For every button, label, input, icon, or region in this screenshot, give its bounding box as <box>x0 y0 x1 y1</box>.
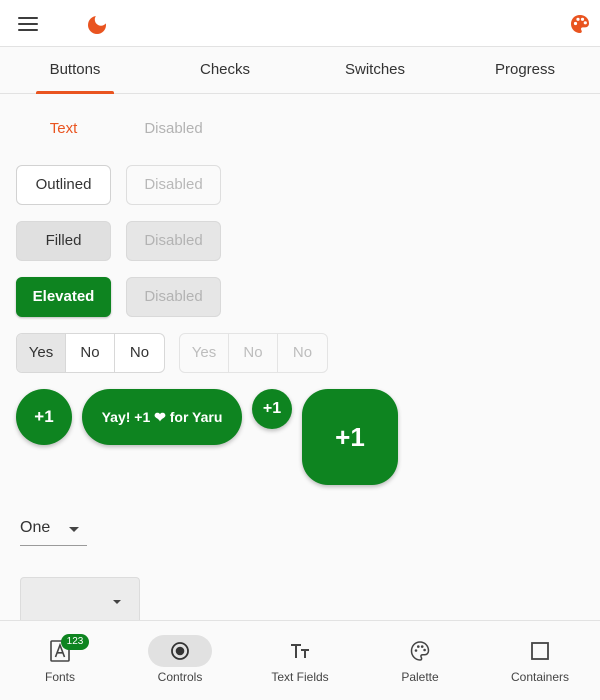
dropdown-select[interactable]: One <box>20 512 87 546</box>
tab-bar: Buttons Checks Switches Progress <box>0 47 600 94</box>
toggle-yes-disabled: Yes <box>180 334 229 372</box>
toggle-no[interactable]: No <box>66 334 115 372</box>
text-button-disabled: Disabled <box>144 120 203 137</box>
filled-button-disabled: Disabled <box>126 221 221 261</box>
tab-buttons[interactable]: Buttons <box>0 47 150 94</box>
elevated-button[interactable]: Elevated <box>16 277 111 317</box>
radio-button-icon <box>171 642 189 660</box>
nav-label-text-fields: Text Fields <box>271 670 329 684</box>
nav-label-controls: Controls <box>157 670 203 684</box>
nav-item-palette[interactable]: Palette <box>360 621 480 700</box>
yaru-moon-logo-icon <box>88 13 108 34</box>
nav-label-fonts: Fonts <box>44 670 75 684</box>
extended-fab-button[interactable]: Yay! +1 ❤ for Yaru <box>82 389 242 445</box>
tab-switches[interactable]: Switches <box>300 47 450 93</box>
fab-button[interactable]: +1 <box>16 389 72 445</box>
toggle-yes[interactable]: Yes <box>17 334 66 372</box>
toggle-button-group-disabled: Yes No No <box>179 333 328 373</box>
caret-down-icon <box>69 527 79 532</box>
app-bar <box>0 0 600 47</box>
text-button[interactable]: Text <box>16 109 111 149</box>
square-outline-icon <box>531 642 549 660</box>
elevated-button-disabled: Disabled <box>126 277 221 317</box>
nav-label-palette: Palette <box>401 670 439 684</box>
text-format-icon <box>291 644 309 658</box>
palette-icon[interactable] <box>570 14 590 34</box>
palette-icon <box>410 641 430 661</box>
small-fab-button[interactable]: +1 <box>252 389 292 429</box>
tab-checks[interactable]: Checks <box>150 47 300 93</box>
toggle-no-2[interactable]: No <box>115 334 164 372</box>
outlined-button-disabled: Disabled <box>126 165 221 205</box>
large-fab-button[interactable]: +1 <box>302 389 398 485</box>
filled-button[interactable]: Filled <box>16 221 111 261</box>
nav-item-containers[interactable]: Containers <box>480 621 600 700</box>
nav-label-containers: Containers <box>510 670 570 684</box>
tab-progress[interactable]: Progress <box>450 47 600 93</box>
caret-down-icon <box>113 600 121 604</box>
nav-item-fonts[interactable]: 123 Fonts <box>0 621 120 700</box>
toggle-no-2-disabled: No <box>292 344 313 361</box>
nav-item-controls[interactable]: Controls <box>120 621 240 700</box>
toggle-no-disabled: No <box>229 334 278 372</box>
nav-item-text-fields[interactable]: Text Fields <box>240 621 360 700</box>
hamburger-menu-icon[interactable] <box>18 17 38 31</box>
notification-badge: 123 <box>61 634 89 650</box>
dropdown-value: One <box>20 519 51 536</box>
bottom-navigation-bar: 123 Fonts Controls Text Fields Palette C… <box>0 620 600 700</box>
toggle-button-group: Yes No No <box>16 333 165 373</box>
outlined-button[interactable]: Outlined <box>16 165 111 205</box>
